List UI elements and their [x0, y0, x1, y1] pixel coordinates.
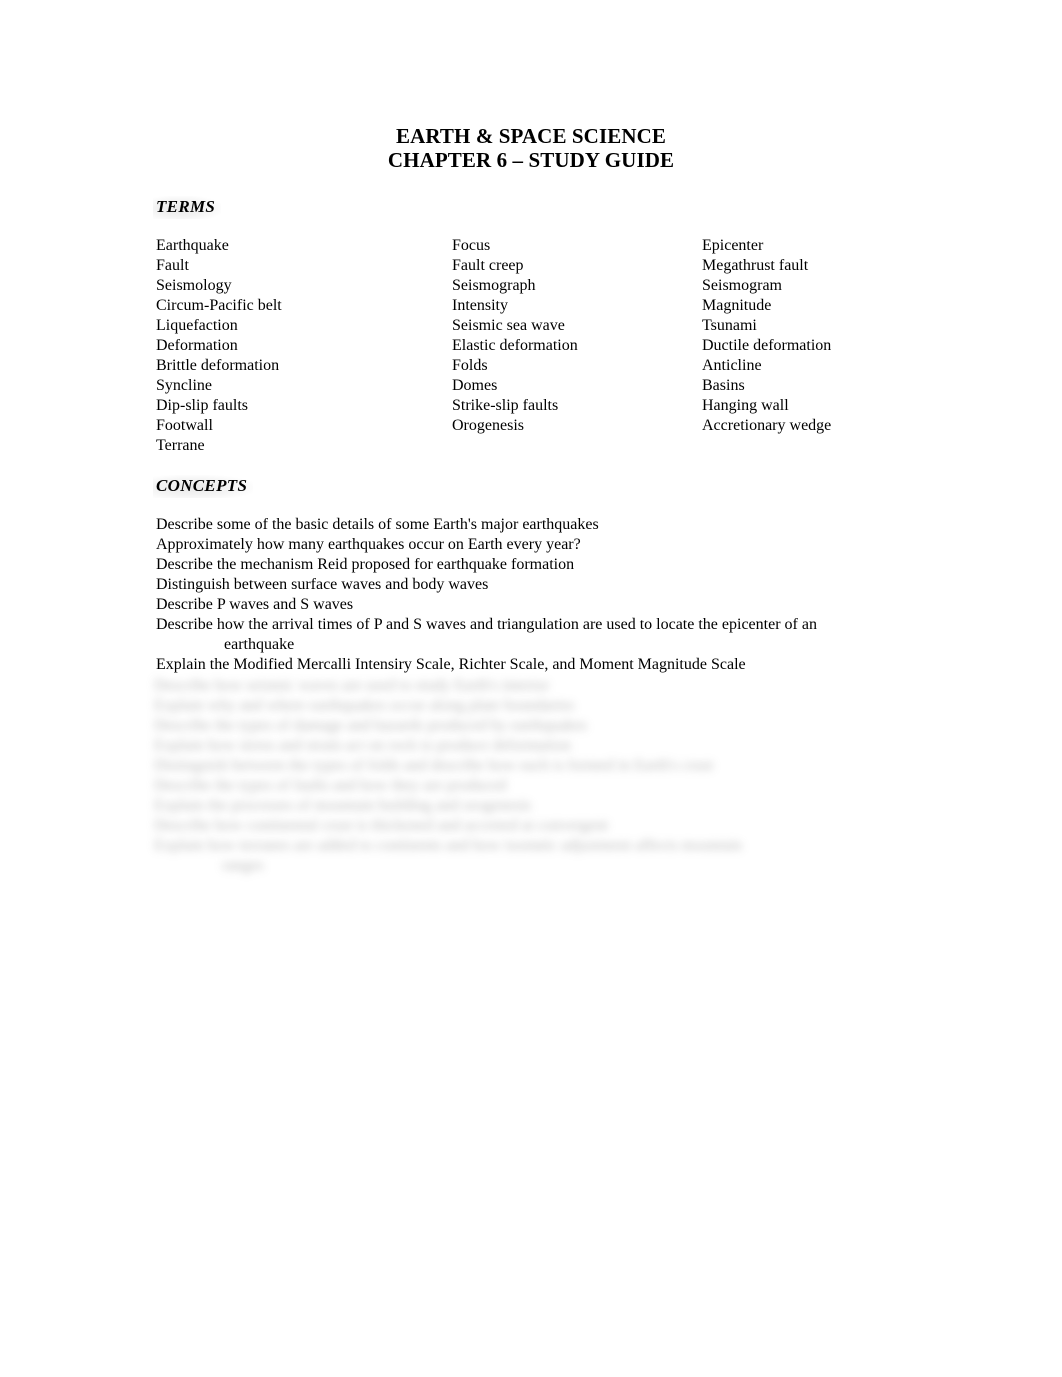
obscured-line: Explain how stress and strain act on roc…: [154, 737, 571, 754]
concept-text: Describe some of the basic details of so…: [156, 516, 599, 533]
concept-text: Describe how the arrival times of P and …: [156, 616, 817, 633]
concept-text: Approximately how many earthquakes occur…: [156, 536, 581, 553]
concept-item: Describe the mechanism Reid proposed for…: [156, 555, 946, 575]
term-item: Orogenesis: [452, 417, 524, 434]
term-item: Strike-slip faults: [452, 397, 559, 414]
concept-item: Explain the Modified Mercalli Intensiry …: [156, 655, 946, 675]
term-item: Circum-Pacific belt: [156, 297, 282, 314]
term-item: Hanging wall: [702, 397, 789, 414]
term-item: Anticline: [702, 357, 762, 374]
section-heading-concepts: CONCEPTS: [153, 475, 254, 498]
concept-item: Describe P waves and S waves: [156, 595, 946, 615]
term-item: Deformation: [156, 337, 238, 354]
term-item: Domes: [452, 377, 498, 394]
term-item: Dip-slip faults: [156, 397, 248, 414]
concept-text: Distinguish between surface waves and bo…: [156, 576, 489, 593]
concept-item: Describe how the arrival times of P and …: [156, 615, 946, 655]
term-item: Magnitude: [702, 297, 772, 314]
term-item: Terrane: [156, 437, 205, 454]
obscured-line: Distinguish between the types of folds a…: [154, 757, 714, 774]
term-item: Seismic sea wave: [452, 317, 565, 334]
terms-column-1: Earthquake Fault Seismology Circum-Pacific …: [156, 236, 446, 456]
page-title-line-1: EARTH & SPACE SCIENCE: [396, 124, 666, 148]
term-item: Seismology: [156, 277, 232, 294]
concepts-list: Describe some of the basic details of so…: [156, 515, 946, 675]
term-item: Syncline: [156, 377, 212, 394]
section-heading-terms: TERMS: [153, 196, 222, 219]
obscured-line: Describe the types of damage and hazards…: [154, 717, 588, 734]
document-title-block: EARTH & SPACE SCIENCE CHAPTER 6 – STUDY …: [0, 124, 1062, 172]
concept-text: Describe P waves and S waves: [156, 596, 354, 613]
obscured-line: Describe how seismic waves are used to s…: [154, 677, 550, 694]
term-item: Earthquake: [156, 237, 229, 254]
concept-item: Distinguish between surface waves and bo…: [156, 575, 946, 595]
term-item: Epicenter: [702, 237, 764, 254]
concept-item: Approximately how many earthquakes occur…: [156, 535, 946, 555]
obscured-line: Describe the types of faults and how the…: [154, 777, 507, 794]
document-page: EARTH & SPACE SCIENCE CHAPTER 6 – STUDY …: [0, 0, 1062, 1377]
concept-item: Describe some of the basic details of so…: [156, 515, 946, 535]
obscured-preview-text: Describe how seismic waves are used to s…: [154, 676, 944, 876]
term-item: Seismogram: [702, 277, 782, 294]
obscured-line: Explain how terranes are added to contin…: [154, 837, 742, 854]
obscured-line: Explain the processes of mountain buildi…: [154, 797, 532, 814]
term-item: Folds: [452, 357, 488, 374]
term-item: Footwall: [156, 417, 213, 434]
obscured-line: Explain why and where earthquakes occur …: [154, 697, 575, 714]
term-item: Fault creep: [452, 257, 524, 274]
term-item: Accretionary wedge: [702, 417, 832, 434]
concept-text: Explain the Modified Mercalli Intensiry …: [156, 656, 746, 673]
terms-column-3: Epicenter Megathrust fault Seismogram Magni…: [702, 236, 946, 436]
term-item: Brittle deformation: [156, 357, 280, 374]
term-item: Tsunami: [702, 317, 757, 334]
term-item: Intensity: [452, 297, 508, 314]
term-item: Seismograph: [452, 277, 536, 294]
term-item: Megathrust fault: [702, 257, 809, 274]
term-item: Liquefaction: [156, 317, 238, 334]
term-item: Ductile deformation: [702, 337, 832, 354]
terms-column-2: Focus Fault creep Seismograph Intensity Seis…: [452, 236, 692, 436]
term-item: Elastic deformation: [452, 337, 578, 354]
term-item: Basins: [702, 377, 745, 394]
obscured-line: Describe how continental crust is thicke…: [154, 817, 609, 834]
page-title-line-2: CHAPTER 6 – STUDY GUIDE: [387, 148, 675, 172]
term-item: Focus: [452, 237, 491, 254]
concept-continuation: earthquake: [224, 636, 295, 653]
concept-text: Describe the mechanism Reid proposed for…: [156, 556, 575, 573]
term-item: Fault: [156, 257, 189, 274]
obscured-line: ranges: [222, 857, 264, 874]
